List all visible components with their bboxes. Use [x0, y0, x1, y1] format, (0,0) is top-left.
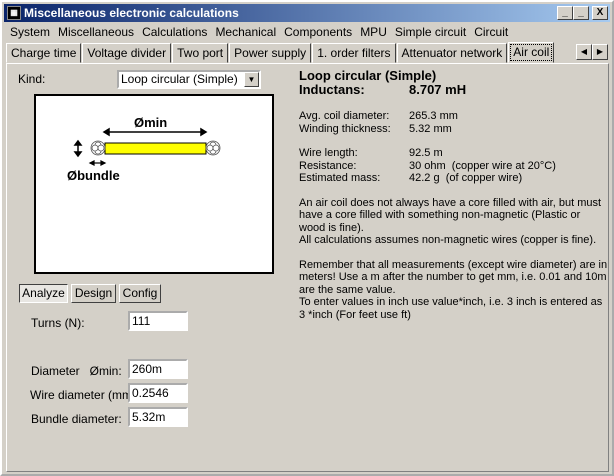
window-title: Miscellaneous electronic calculations [24, 6, 239, 20]
wire-length-label: Wire length: [299, 147, 358, 159]
menu-calculations[interactable]: Calculations [138, 23, 211, 41]
turns-label: Turns (N): [31, 316, 85, 330]
config-button[interactable]: Config [119, 284, 161, 303]
dia-bundle-label: Øbundle [67, 168, 120, 183]
resistance-label: Resistance: [299, 159, 357, 172]
close-button[interactable]: X [592, 6, 608, 20]
menu-miscellaneous[interactable]: Miscellaneous [54, 23, 138, 41]
mass-label: Estimated mass: [299, 172, 381, 184]
menu-circuit[interactable]: Circuit [470, 23, 512, 41]
menu-mpu[interactable]: MPU [356, 23, 391, 41]
bundle-width-arrow [88, 160, 107, 166]
menu-simple-circuit[interactable]: Simple circuit [391, 23, 470, 41]
coil-diagram: Ømin Øbundle [34, 94, 274, 274]
design-button[interactable]: Design [71, 284, 116, 303]
menu-mechanical[interactable]: Mechanical [211, 23, 280, 41]
menu-components[interactable]: Components [280, 23, 356, 41]
title-bar: ▦ Miscellaneous electronic calculations [4, 4, 610, 22]
mass-value: 42.2 g (of copper wire) [409, 172, 523, 184]
kind-select[interactable]: Loop circular (Simple) ▼ [117, 70, 261, 89]
app-icon: ▦ [7, 6, 21, 20]
app-window: ▦ Miscellaneous electronic calculations … [0, 0, 614, 476]
note-inch: To enter values in inch use value*inch, … [299, 296, 603, 321]
coil-bar [104, 142, 207, 155]
diameter-label: Diameter Ømin: [31, 364, 122, 378]
results-section: Loop circular (Simple) Inductans: 8.707 … [299, 68, 607, 321]
minimize-button[interactable]: _ [573, 6, 589, 20]
note-non-magnetic: All calculations assumes non-magnetic wi… [299, 234, 597, 246]
tab-scroll-right-button[interactable]: ▶ [592, 44, 608, 60]
inductance-label: Inductans: [299, 82, 365, 97]
bundle-height-arrow [73, 139, 83, 158]
kind-value: Loop circular (Simple) [121, 72, 238, 86]
wire-length-value: 92.5 m [409, 147, 443, 159]
tab-two-port[interactable]: Two port [172, 43, 229, 63]
analyze-button[interactable]: Analyze [19, 284, 68, 303]
tab-scroll-left-button[interactable]: ◀ [576, 44, 592, 60]
turns-input[interactable]: 111 [128, 311, 188, 331]
tab-air-coil[interactable]: Air coil [508, 42, 555, 63]
avg-diameter-value: 265.3 mm [409, 110, 458, 122]
tab-voltage-divider[interactable]: Voltage divider [82, 43, 172, 63]
tab-strip: Charge time Voltage divider Two port Pow… [6, 42, 555, 63]
bundle-diameter-label: Bundle diameter: [31, 412, 122, 426]
avg-diameter-label: Avg. coil diameter: [299, 110, 390, 122]
menu-system[interactable]: System [6, 23, 54, 41]
inductance-value: 8.707 mH [409, 82, 467, 97]
bundle-diameter-input[interactable]: 5.32m [128, 407, 188, 427]
diameter-input[interactable]: 260m [128, 359, 188, 379]
note-units: Remember that all measurements (except w… [299, 258, 608, 296]
kind-label: Kind: [18, 72, 46, 86]
wire-diameter-input[interactable]: 0.2546 [128, 383, 188, 403]
result-title: Loop circular (Simple) [299, 68, 437, 83]
chevron-down-icon[interactable]: ▼ [244, 72, 259, 87]
menu-bar: System Miscellaneous Calculations Mechan… [6, 23, 512, 41]
resistance-value: 30 ohm (copper wire at 20°C) [409, 159, 556, 172]
dia-min-label: Ømin [134, 115, 168, 130]
tab-attenuator-network[interactable]: Attenuator network [396, 43, 508, 63]
wire-bundle-left-icon [90, 140, 106, 156]
wire-bundle-right-icon [205, 140, 221, 156]
tab-first-order-filters[interactable]: 1. order filters [312, 43, 396, 63]
minimize-button-2[interactable]: _ [557, 6, 573, 20]
note-air-core: An air coil does not always have a core … [299, 196, 602, 234]
tab-charge-time[interactable]: Charge time [6, 43, 82, 63]
winding-thickness-label: Winding thickness: [299, 122, 391, 135]
winding-thickness-value: 5.32 mm [409, 122, 452, 135]
wire-diameter-label: Wire diameter (mm): [30, 388, 140, 402]
tab-power-supply[interactable]: Power supply [229, 43, 312, 63]
